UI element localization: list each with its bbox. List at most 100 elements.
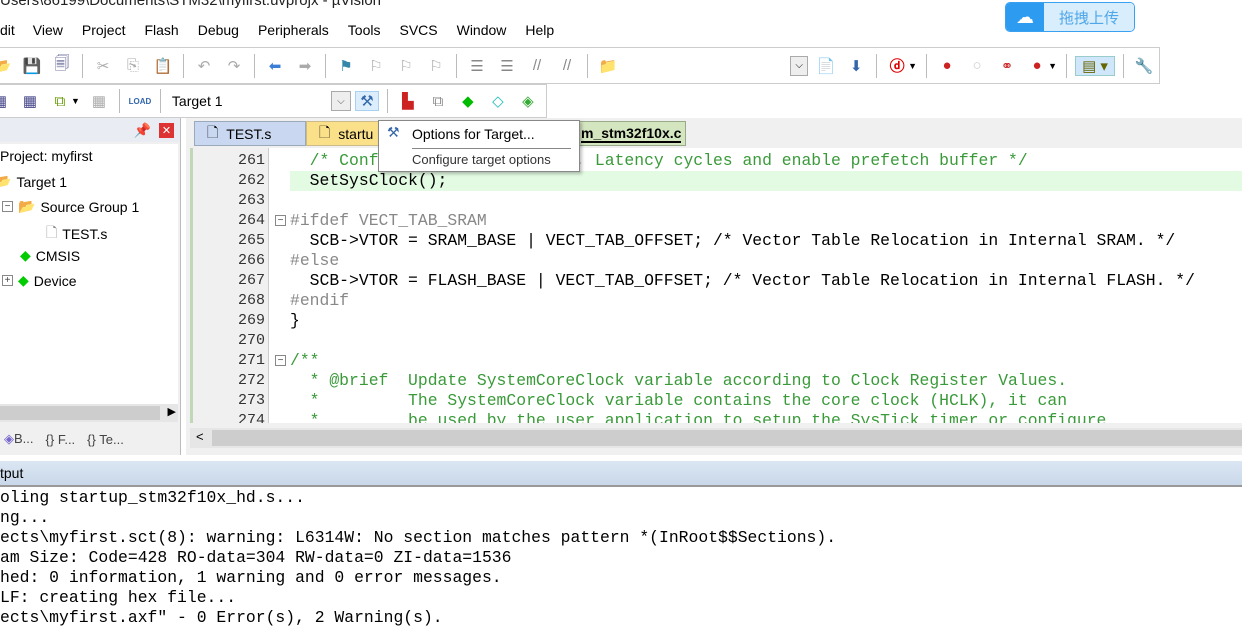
component-icon[interactable]: ◈ bbox=[516, 91, 540, 111]
editor-horizontal-scrollbar[interactable]: < bbox=[190, 428, 1242, 448]
chevron-down-icon[interactable]: ⌵ bbox=[330, 91, 351, 111]
code-line: * The SystemCoreClock variable contains … bbox=[290, 391, 1068, 410]
tree-item-source-group[interactable]: − 📂 Source Group 1 bbox=[2, 198, 139, 215]
file-toolbar: 📂 💾 🗐 ✂ ⎘ 📋 ↶ ↷ ⬅ ➡ ⚑ ⚐ ⚐ ⚐ ☰ ☰ // // 📁 … bbox=[0, 47, 1160, 84]
prev-bookmark-icon[interactable]: ⚐ bbox=[364, 56, 388, 76]
collapse-icon[interactable]: − bbox=[2, 201, 13, 212]
cut-icon[interactable]: ✂ bbox=[91, 56, 115, 76]
clear-bookmarks-icon[interactable]: ⚐ bbox=[424, 56, 448, 76]
line-number: 261 bbox=[237, 152, 265, 169]
folder-icon: 📂 bbox=[0, 173, 12, 189]
open-icon[interactable]: 📂 bbox=[0, 56, 14, 76]
menu-window[interactable]: Window bbox=[457, 22, 507, 44]
tree-item-file[interactable]: 🗋 TEST.s bbox=[46, 222, 107, 246]
stop-build-icon[interactable]: ▦ bbox=[87, 91, 111, 111]
indent-icon[interactable]: ☰ bbox=[465, 56, 489, 76]
code-line: SetSysClock(); bbox=[290, 171, 448, 190]
target-select[interactable]: Target 1 ⌵ bbox=[166, 89, 351, 113]
line-number: 265 bbox=[237, 232, 265, 249]
target-select-value: Target 1 bbox=[171, 93, 223, 109]
nav-back-icon[interactable]: ⬅ bbox=[263, 56, 287, 76]
menu-debug[interactable]: Debug bbox=[198, 22, 239, 44]
line-number: 263 bbox=[237, 192, 265, 209]
tree-item-device[interactable]: + ◆ Device bbox=[2, 272, 77, 289]
disable-breakpoints-icon[interactable]: ⚭ bbox=[995, 56, 1019, 76]
tree-item-project[interactable]: Project: myfirst bbox=[0, 148, 93, 164]
find-icon[interactable]: ⬇ bbox=[844, 56, 868, 76]
chevron-down-icon[interactable]: ▼ bbox=[71, 96, 80, 106]
component-icon: ◆ bbox=[18, 272, 29, 288]
kill-breakpoints-icon[interactable]: ● bbox=[1025, 56, 1049, 76]
cloud-icon: ☁ bbox=[1006, 3, 1044, 31]
paste-icon[interactable]: 📋 bbox=[151, 56, 175, 76]
line-number: 272 bbox=[237, 372, 265, 389]
next-bookmark-icon[interactable]: ⚐ bbox=[394, 56, 418, 76]
unindent-icon[interactable]: ☰ bbox=[495, 56, 519, 76]
manage-project-items-icon[interactable]: ▙ bbox=[396, 91, 420, 111]
code-line: * @brief Update SystemCoreClock variable… bbox=[290, 371, 1068, 390]
fold-icon[interactable]: − bbox=[275, 215, 286, 226]
output-line: am Size: Code=428 RO-data=304 RW-data=0 … bbox=[0, 548, 512, 567]
menu-help[interactable]: Help bbox=[525, 22, 554, 44]
tab-books[interactable]: ◈B... bbox=[4, 431, 34, 447]
chevron-down-icon[interactable]: ▼ bbox=[908, 61, 917, 71]
tab-templates[interactable]: {} Te... bbox=[87, 432, 124, 447]
batch-build-icon[interactable]: ⧉ bbox=[48, 91, 72, 111]
pack-installer-icon[interactable]: ◇ bbox=[486, 91, 510, 111]
code-line: /** bbox=[290, 351, 320, 370]
menu-view[interactable]: View bbox=[33, 22, 63, 44]
line-number: 271 bbox=[237, 352, 265, 369]
insert-breakpoint-icon[interactable]: ● bbox=[935, 56, 959, 76]
undo-icon[interactable]: ↶ bbox=[192, 56, 216, 76]
menu-flash[interactable]: Flash bbox=[144, 22, 178, 44]
chevron-down-icon[interactable]: ▼ bbox=[1048, 61, 1057, 71]
menu-edit[interactable]: dit bbox=[0, 22, 15, 44]
tab-functions[interactable]: {} F... bbox=[46, 432, 76, 447]
find-in-files-icon[interactable]: 📁 bbox=[596, 56, 620, 76]
bookmark-icon[interactable]: ⚑ bbox=[334, 56, 358, 76]
output-line: LF: creating hex file... bbox=[0, 588, 237, 607]
tooltip-description: Configure target options bbox=[412, 152, 551, 167]
save-icon[interactable]: 💾 bbox=[20, 56, 44, 76]
baidu-upload-button[interactable]: ☁ 拖拽上传 bbox=[1005, 2, 1135, 32]
scroll-right-icon[interactable]: ▶ bbox=[168, 405, 176, 418]
build-output[interactable]: oling startup_stm32f10x_hd.s... ng... ects… bbox=[0, 488, 1242, 627]
output-line: oling startup_stm32f10x_hd.s... bbox=[0, 488, 305, 507]
braces-icon: {} bbox=[45, 431, 55, 447]
translate-icon[interactable]: ▦ bbox=[0, 91, 12, 111]
build-icon[interactable]: ▦ bbox=[18, 91, 42, 111]
save-all-icon[interactable]: 🗐 bbox=[50, 55, 74, 76]
pin-icon[interactable]: 📌 bbox=[134, 122, 151, 139]
menu-project[interactable]: Project bbox=[82, 22, 126, 44]
fold-icon[interactable]: − bbox=[275, 355, 286, 366]
nav-forward-icon[interactable]: ➡ bbox=[293, 56, 317, 76]
options-for-target-icon[interactable]: ⚒ bbox=[354, 91, 379, 111]
download-load-icon[interactable]: LOAD bbox=[128, 91, 152, 111]
tree-item-target[interactable]: 📂 Target 1 bbox=[0, 173, 67, 190]
redo-icon[interactable]: ↷ bbox=[222, 56, 246, 76]
code-line: #endif bbox=[290, 291, 350, 310]
project-tree: Project: myfirst 📂 Target 1 − 📂 Source Grou… bbox=[0, 144, 178, 404]
debug-session-icon[interactable]: ⓓ bbox=[885, 56, 909, 76]
menu-svcs[interactable]: SVCS bbox=[399, 22, 437, 44]
incremental-find-icon[interactable]: 📄 bbox=[814, 56, 838, 76]
tree-item-cmsis[interactable]: ◆ CMSIS bbox=[20, 247, 80, 264]
copy-icon[interactable]: ⎘ bbox=[121, 56, 145, 76]
select-packs-icon[interactable]: ⧉ bbox=[426, 91, 450, 111]
close-icon[interactable]: ✕ bbox=[159, 122, 174, 138]
scroll-left-icon[interactable]: < bbox=[196, 429, 204, 444]
tab-test-s[interactable]: 🗋 TEST.s bbox=[194, 121, 306, 146]
expand-icon[interactable]: + bbox=[2, 275, 13, 286]
manage-rte-icon[interactable]: ◆ bbox=[456, 91, 480, 111]
uncomment-icon[interactable]: // bbox=[555, 56, 579, 76]
menu-peripherals[interactable]: Peripherals bbox=[258, 22, 329, 44]
comment-icon[interactable]: // bbox=[525, 56, 549, 76]
configure-wrench-icon[interactable]: 🔧 bbox=[1132, 56, 1156, 76]
code-editor[interactable]: 261 /* Configure Flash prefetch, Latency… bbox=[190, 148, 1242, 423]
enable-breakpoint-icon[interactable]: ○ bbox=[965, 56, 989, 76]
menu-tools[interactable]: Tools bbox=[348, 22, 381, 44]
find-dropdown[interactable]: ⌵ bbox=[790, 55, 809, 76]
window-layout-icon[interactable]: ▤ ▾ bbox=[1075, 55, 1115, 76]
horizontal-scrollbar[interactable]: ▶ bbox=[0, 404, 178, 422]
tab-system-stm32f10x[interactable]: m_stm32f10x.c bbox=[566, 121, 686, 146]
